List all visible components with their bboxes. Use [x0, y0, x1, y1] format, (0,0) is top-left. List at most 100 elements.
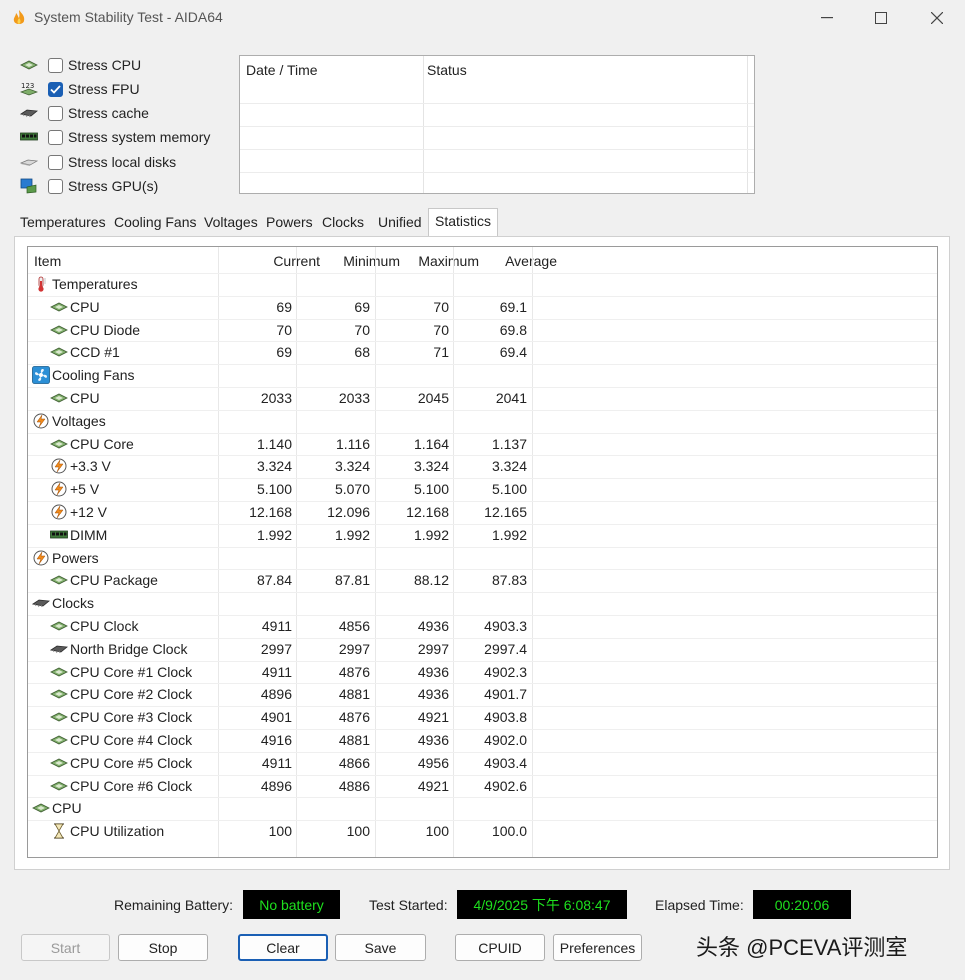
- table-row[interactable]: CPU Package 87.84 87.81 88.12 87.83: [28, 569, 937, 592]
- stress-option-row[interactable]: 123 Stress FPU: [18, 78, 140, 100]
- cell-maximum: 3.324: [413, 458, 449, 475]
- row-label-cell: CPU Core #3 Clock: [50, 709, 192, 725]
- cell-maximum: 4921: [417, 777, 449, 794]
- tab-powers[interactable]: Powers: [260, 210, 319, 236]
- row-label: CPU Core: [70, 435, 134, 452]
- save-button[interactable]: Save: [335, 934, 426, 961]
- row-label-cell: Temperatures: [32, 276, 138, 292]
- table-row[interactable]: CPU Core #5 Clock 4911 4866 4956 4903.4: [28, 751, 937, 775]
- header-average[interactable]: Average: [464, 253, 557, 269]
- group-row[interactable]: Voltages: [28, 409, 937, 433]
- header-item[interactable]: Item: [34, 253, 61, 269]
- cell-maximum: 12.168: [406, 504, 449, 520]
- table-row[interactable]: CPU Utilization 100 100 100 100.0: [28, 820, 937, 843]
- tab-clocks[interactable]: Clocks: [316, 210, 370, 236]
- group-row[interactable]: Powers: [28, 546, 937, 570]
- checkbox[interactable]: [48, 129, 63, 145]
- table-row[interactable]: +12 V 12.168 12.096 12.168 12.165: [28, 501, 937, 524]
- table-row[interactable]: CPU Core 1.140 1.116 1.164 1.137: [28, 432, 937, 456]
- checkbox-checked[interactable]: [48, 81, 63, 97]
- cell-average: 1.992: [491, 526, 527, 543]
- table-row[interactable]: CPU 2033 2033 2045 2041: [28, 387, 937, 410]
- row-label-cell: CPU Diode: [50, 322, 140, 338]
- table-row[interactable]: CPU Core #4 Clock 4916 4881 4936 4902.0: [28, 729, 937, 752]
- group-row[interactable]: Cooling Fans: [28, 364, 937, 387]
- statistics-table[interactable]: Item Current Minimum Maximum Average Tem…: [27, 246, 938, 858]
- cell-current: 4911: [261, 754, 292, 771]
- row-label-cell: CPU Core #2 Clock: [50, 686, 192, 702]
- tab-temperatures[interactable]: Temperatures: [14, 210, 112, 236]
- cpu-chip-icon: [50, 686, 68, 702]
- row-label-cell: CCD #1: [50, 344, 120, 360]
- stop-button[interactable]: Stop: [118, 934, 208, 961]
- cell-minimum: 2033: [338, 390, 370, 406]
- row-label-cell: Voltages: [32, 413, 106, 429]
- maximize-button[interactable]: [856, 0, 906, 36]
- checkbox[interactable]: [48, 154, 63, 170]
- table-row[interactable]: CPU Clock 4911 4856 4936 4903.3: [28, 615, 937, 638]
- cache-chip-icon: [50, 641, 68, 657]
- row-label: CPU Core #1 Clock: [70, 663, 193, 680]
- cell-maximum: 70: [433, 321, 449, 338]
- svg-text:123: 123: [21, 82, 34, 90]
- cpu-chip-icon: [18, 57, 40, 73]
- tab-voltages[interactable]: Voltages: [198, 210, 264, 236]
- cell-minimum: 4876: [338, 709, 370, 726]
- row-label: CPU Package: [70, 572, 158, 589]
- table-row[interactable]: CPU Core #2 Clock 4896 4881 4936 4901.7: [28, 683, 937, 706]
- stress-option-row[interactable]: Stress cache: [18, 102, 149, 124]
- row-label-cell: CPU Clock: [50, 618, 138, 634]
- cpu-chip-icon: [50, 572, 68, 588]
- checkbox[interactable]: [48, 178, 63, 194]
- table-row[interactable]: +5 V 5.100 5.070 5.100 5.100: [28, 478, 937, 501]
- checkbox[interactable]: [48, 105, 63, 121]
- minimize-button[interactable]: [802, 0, 852, 36]
- status-row-line: [240, 172, 754, 173]
- row-label: CPU Core #2 Clock: [70, 686, 193, 703]
- cell-minimum: 87.81: [334, 572, 370, 589]
- cell-average: 4901.7: [484, 686, 527, 703]
- stress-option-label: Stress cache: [68, 105, 149, 121]
- stress-option-label: Stress GPU(s): [68, 178, 159, 194]
- row-label-cell: CPU Utilization: [50, 823, 164, 839]
- tab-cooling-fans[interactable]: Cooling Fans: [108, 210, 203, 236]
- cell-average: 1.137: [491, 435, 527, 452]
- stress-option-label: Stress FPU: [68, 81, 140, 97]
- row-label-cell: CPU Core #6 Clock: [50, 778, 192, 794]
- table-row[interactable]: North Bridge Clock 2997 2997 2997 2997.4: [28, 637, 937, 661]
- stress-option-row[interactable]: Stress CPU: [18, 54, 141, 76]
- status-log-table[interactable]: Date / Time Status: [239, 55, 755, 194]
- clear-button[interactable]: Clear: [238, 934, 328, 961]
- stress-option-row[interactable]: Stress local disks: [18, 151, 176, 173]
- row-label: CPU: [70, 390, 100, 406]
- tab-statistics[interactable]: Statistics: [428, 208, 499, 236]
- table-row[interactable]: CPU Diode 70 70 70 69.8: [28, 318, 937, 342]
- group-row[interactable]: Clocks: [28, 592, 937, 615]
- status-row-line: [240, 149, 754, 150]
- group-row[interactable]: CPU: [28, 797, 937, 820]
- cell-maximum: 4936: [417, 732, 449, 748]
- cell-minimum: 100: [346, 823, 370, 840]
- table-row[interactable]: +3.3 V 3.324 3.324 3.324 3.324: [28, 455, 937, 478]
- table-row[interactable]: CPU 69 69 70 69.1: [28, 295, 937, 319]
- stress-option-row[interactable]: Stress system memory: [18, 126, 210, 148]
- table-row[interactable]: CCD #1 69 68 71 69.4: [28, 341, 937, 364]
- cell-current: 4911: [261, 663, 292, 680]
- group-row[interactable]: Temperatures: [28, 273, 937, 296]
- close-button[interactable]: [912, 0, 962, 36]
- cell-current: 4901: [260, 709, 292, 726]
- tab-unified[interactable]: Unified: [372, 210, 428, 236]
- table-row[interactable]: DIMM 1.992 1.992 1.992 1.992: [28, 523, 937, 547]
- preferences-button[interactable]: Preferences: [553, 934, 642, 961]
- cpuid-button[interactable]: CPUID: [455, 934, 545, 961]
- table-row[interactable]: CPU Core #6 Clock 4896 4886 4921 4902.6: [28, 774, 937, 798]
- table-row[interactable]: CPU Core #3 Clock 4901 4876 4921 4903.8: [28, 706, 937, 729]
- table-row[interactable]: CPU Core #1 Clock 4911 4876 4936 4902.3: [28, 660, 937, 684]
- row-label: Clocks: [52, 595, 95, 612]
- row-label: CCD #1: [70, 344, 120, 361]
- start-button[interactable]: Start: [21, 934, 110, 961]
- checkbox[interactable]: [48, 57, 63, 73]
- stress-option-row[interactable]: Stress GPU(s): [18, 175, 158, 197]
- row-label-cell: CPU Core #5 Clock: [50, 755, 192, 771]
- cell-average: 3.324: [491, 458, 527, 475]
